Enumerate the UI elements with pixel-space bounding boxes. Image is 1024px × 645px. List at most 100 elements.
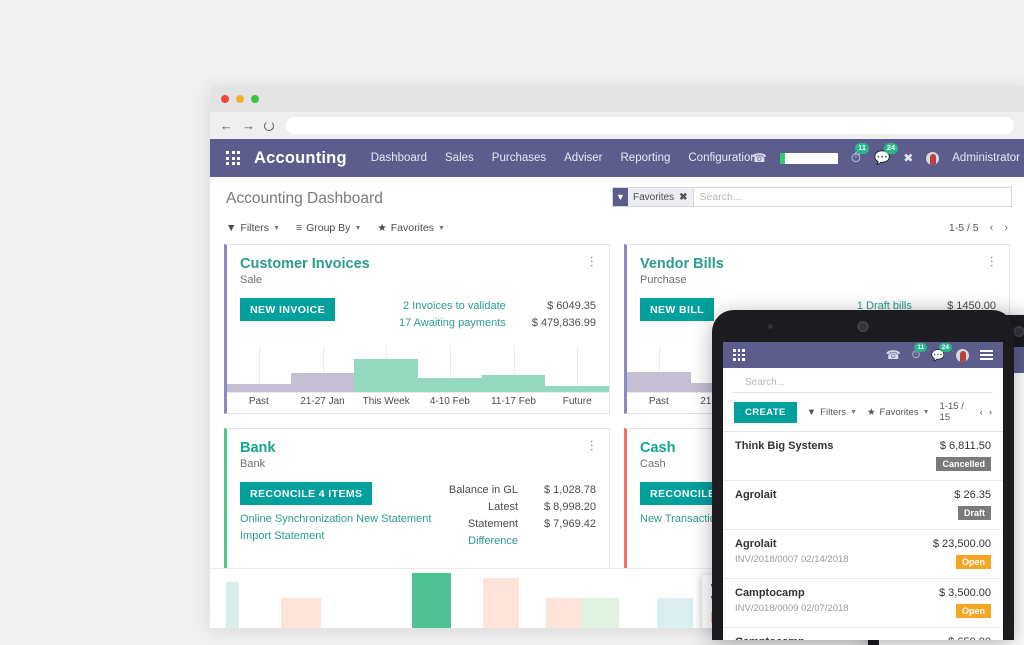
group-by-label: Group By <box>306 222 350 234</box>
user-menu-label[interactable]: Administrator <box>952 152 1020 164</box>
axis-tick: Past <box>627 393 691 413</box>
systray: ☎ ⏱ 11 💬 24 ✖ Administrator <box>752 139 1024 177</box>
forward-arrow-icon[interactable]: → <box>242 119 255 132</box>
calendar-bar[interactable] <box>281 598 321 628</box>
calendar-bar[interactable] <box>412 573 452 628</box>
bar-cell <box>227 346 291 392</box>
bar[interactable] <box>418 378 482 392</box>
menu-item-reporting[interactable]: Reporting <box>621 152 671 164</box>
bank-link-sync[interactable]: Online Synchronization New Statement <box>240 511 431 528</box>
activity-clock-icon[interactable]: ⏱11 <box>912 349 921 362</box>
activity-clock-icon[interactable]: ⏱ 11 <box>851 150 861 166</box>
app-brand-title[interactable]: Accounting <box>254 149 347 168</box>
card-title: Bank <box>240 440 596 456</box>
card-title: Vendor Bills <box>640 256 996 272</box>
status-badge: Open <box>956 555 991 569</box>
filters-dropdown[interactable]: ▼ Filters ▼ <box>226 222 280 234</box>
url-input[interactable] <box>286 117 1014 134</box>
star-icon: ★ <box>867 407 876 418</box>
close-icon[interactable]: ✖ <box>679 192 687 203</box>
chevron-down-icon: ▼ <box>354 225 361 232</box>
menu-item-sales[interactable]: Sales <box>445 152 474 164</box>
search-placeholder-text: Search... <box>694 191 742 203</box>
chevron-right-icon[interactable]: › <box>989 407 992 418</box>
bank-link-import[interactable]: Import Statement <box>240 528 431 545</box>
kebab-menu-icon[interactable]: … <box>991 255 999 269</box>
bar[interactable] <box>545 386 609 392</box>
kebab-menu-icon[interactable]: … <box>591 255 599 269</box>
create-button[interactable]: CREATE <box>734 402 797 423</box>
list-item-partner: Think Big Systems <box>735 440 833 452</box>
menu-item-configuration[interactable]: Configuration <box>688 152 756 164</box>
phone-search-input[interactable]: Search... <box>733 368 993 393</box>
calendar-bar[interactable] <box>582 598 618 628</box>
chevron-left-icon[interactable]: ‹ <box>980 407 983 418</box>
stat-label[interactable]: 2 Invoices to validate <box>399 298 506 315</box>
bar[interactable] <box>227 384 291 392</box>
list-item[interactable]: Agrolait$ 26.35Draft <box>723 481 1003 530</box>
filter-funnel-icon: ▼ <box>807 407 816 418</box>
bar-cell <box>545 346 609 392</box>
bar[interactable] <box>627 372 691 392</box>
stat-value: $ 7,969.42 <box>544 516 596 533</box>
menu-item-dashboard[interactable]: Dashboard <box>371 152 427 164</box>
bar[interactable] <box>354 359 418 392</box>
phone-pager: 1-15 / 15 ‹ › <box>940 401 992 423</box>
group-by-dropdown[interactable]: ≡ Group By ▼ <box>296 222 361 234</box>
messages-icon[interactable]: 💬24 <box>931 349 945 362</box>
card-customer-invoices[interactable]: … Customer Invoices Sale NEW INVOICE 2 I… <box>224 244 610 414</box>
axis-tick: This Week <box>354 393 418 413</box>
reload-icon[interactable] <box>264 121 274 131</box>
window-close-button[interactable] <box>221 95 229 103</box>
chevron-left-icon[interactable]: ‹ <box>990 222 994 234</box>
stat-label[interactable]: Difference <box>441 533 518 550</box>
new-bill-button[interactable]: NEW BILL <box>640 298 714 321</box>
list-item[interactable]: AgrolaitINV/2018/0007 02/14/2018$ 23,500… <box>723 530 1003 579</box>
list-item-amount: $ 3,500.00 <box>939 587 991 599</box>
chevron-down-icon: ▼ <box>438 225 445 232</box>
hamburger-menu-icon[interactable] <box>980 350 993 360</box>
favorites-label: Favorites <box>391 222 434 234</box>
list-item[interactable]: CamptocampINV/2018/0009 02/07/2018$ 3,50… <box>723 579 1003 628</box>
calendar-bar[interactable] <box>657 598 693 628</box>
messages-icon[interactable]: 💬 24 <box>874 150 890 166</box>
progress-bar <box>780 153 838 164</box>
apps-grid-icon[interactable] <box>733 349 745 361</box>
search-input[interactable]: ▼ Favorites ✖ Search... <box>612 187 1012 207</box>
phone-filters-dropdown[interactable]: ▼ Filters ▼ <box>807 407 857 418</box>
avatar[interactable] <box>956 349 969 362</box>
menu-item-adviser[interactable]: Adviser <box>564 152 602 164</box>
bar[interactable] <box>291 373 355 392</box>
card-stats: Balance in GL Latest Statement Differenc… <box>441 482 596 550</box>
new-invoice-button[interactable]: NEW INVOICE <box>240 298 335 321</box>
apps-grid-icon[interactable] <box>226 151 240 165</box>
chevron-right-icon[interactable]: › <box>1004 222 1008 234</box>
bar[interactable] <box>482 375 546 392</box>
phone-icon[interactable]: ☎ <box>886 348 901 362</box>
window-minimize-button[interactable] <box>236 95 244 103</box>
axis-tick: 21-27 Jan <box>291 393 355 413</box>
wrench-icon[interactable]: ✖ <box>903 151 913 165</box>
phone-icon[interactable]: ☎ <box>752 151 767 165</box>
calendar-bar[interactable] <box>226 582 239 628</box>
search-facet-favorites[interactable]: ▼ Favorites ✖ <box>613 188 694 206</box>
card-subtitle: Sale <box>240 274 596 286</box>
calendar-bar[interactable] <box>546 598 582 628</box>
messages-count-badge: 24 <box>939 343 952 352</box>
stat-label[interactable]: 17 Awaiting payments <box>399 315 506 332</box>
list-item[interactable]: Think Big Systems$ 6,811.50Cancelled <box>723 432 1003 481</box>
favorites-dropdown[interactable]: ★ Favorites ▼ <box>377 222 445 234</box>
kebab-menu-icon[interactable]: … <box>591 439 599 453</box>
phone-favorites-dropdown[interactable]: ★ Favorites ▼ <box>867 407 930 418</box>
menu-item-purchases[interactable]: Purchases <box>492 152 546 164</box>
avatar[interactable] <box>926 152 939 165</box>
reconcile-items-button[interactable]: RECONCILE 4 ITEMS <box>240 482 372 505</box>
window-maximize-button[interactable] <box>251 95 259 103</box>
list-item-reference: INV/2018/0007 02/14/2018 <box>735 554 849 565</box>
phone-filters-label: Filters <box>820 407 846 418</box>
phone-toolbar: CREATE ▼ Filters ▼ ★ Favorites ▼ 1-15 / … <box>723 393 1003 431</box>
list-item[interactable]: CamptocampINV/2018/0008 02/06/2018$ 650.… <box>723 628 1003 640</box>
back-arrow-icon[interactable]: ← <box>220 119 233 132</box>
stat-label: Balance in GL <box>441 482 518 499</box>
calendar-bar[interactable] <box>483 578 519 628</box>
